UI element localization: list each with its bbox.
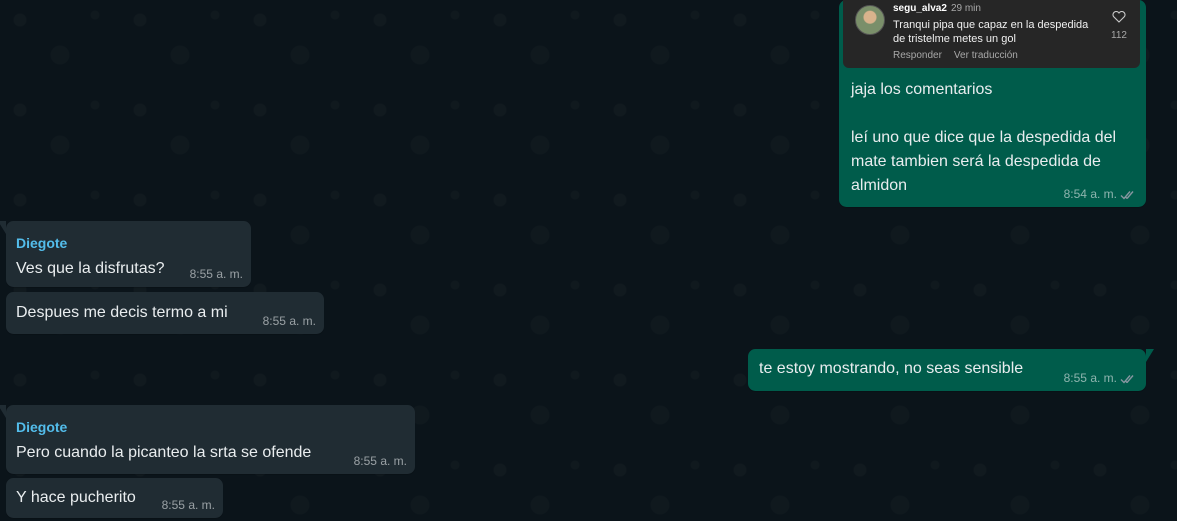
message-time: 8:55 a. m. (1063, 371, 1117, 385)
message-text: Despues me decis termo a mi (16, 304, 228, 321)
message-time: 8:54 a. m. (1063, 187, 1117, 201)
message-meta: 8:54 a. m. (1064, 187, 1138, 202)
message-text: Y hace pucherito (16, 489, 136, 506)
message-time: 8:55 a. m. (262, 314, 316, 328)
message-text: Pero cuando la picanteo la srta se ofend… (16, 444, 312, 461)
message-incoming[interactable]: Despues me decis termo a mi 8:55 a. m. (6, 292, 324, 334)
message-meta: 8:55 a. m. (263, 314, 316, 329)
comment-header: segu_alva2 29 min (893, 3, 981, 15)
double-check-icon (1120, 373, 1138, 385)
message-time: 8:55 a. m. (189, 267, 243, 281)
translate-link: Ver traducción (953, 50, 1018, 61)
sender-name[interactable]: Diegote (16, 417, 67, 437)
chat-panel[interactable]: segu_alva2 29 min Tranqui pipa que capaz … (0, 0, 1177, 521)
comment-text: Tranqui pipa que capaz en la despedida d… (893, 19, 1089, 45)
message-text: jaja los comentarios leí uno que dice qu… (851, 81, 1117, 194)
comment-time: 29 min (950, 3, 981, 14)
sender-name[interactable]: Diegote (16, 233, 67, 253)
message-meta: 8:55 a. m. (354, 454, 407, 469)
message-text: te estoy mostrando, no seas sensible (759, 360, 1024, 377)
message-meta: 8:55 a. m. (1064, 371, 1138, 386)
message-time: 8:55 a. m. (161, 498, 215, 512)
like-count: 112 (1111, 30, 1127, 41)
message-meta: 8:55 a. m. (162, 498, 215, 513)
message-meta: 8:55 a. m. (190, 267, 243, 282)
reply-link: Responder (893, 50, 942, 61)
message-outgoing[interactable]: te estoy mostrando, no seas sensible 8:5… (748, 349, 1154, 391)
message-incoming[interactable]: Y hace pucherito 8:55 a. m. (6, 478, 223, 518)
avatar (855, 5, 885, 35)
double-check-icon (1120, 189, 1138, 201)
comment-username: segu_alva2 (893, 3, 947, 14)
message-text: Ves que la disfrutas? (16, 260, 165, 277)
message-incoming[interactable]: Diegote Ves que la disfrutas? 8:55 a. m. (0, 221, 251, 287)
message-time: 8:55 a. m. (353, 454, 407, 468)
message-outgoing[interactable]: segu_alva2 29 min Tranqui pipa que capaz … (839, 0, 1146, 207)
embedded-comment-screenshot[interactable]: segu_alva2 29 min Tranqui pipa que capaz … (843, 0, 1140, 68)
heart-icon (1112, 7, 1126, 23)
message-incoming[interactable]: Diegote Pero cuando la picanteo la srta … (0, 405, 415, 474)
comment-actions: Responder Ver traducción (893, 50, 1030, 62)
